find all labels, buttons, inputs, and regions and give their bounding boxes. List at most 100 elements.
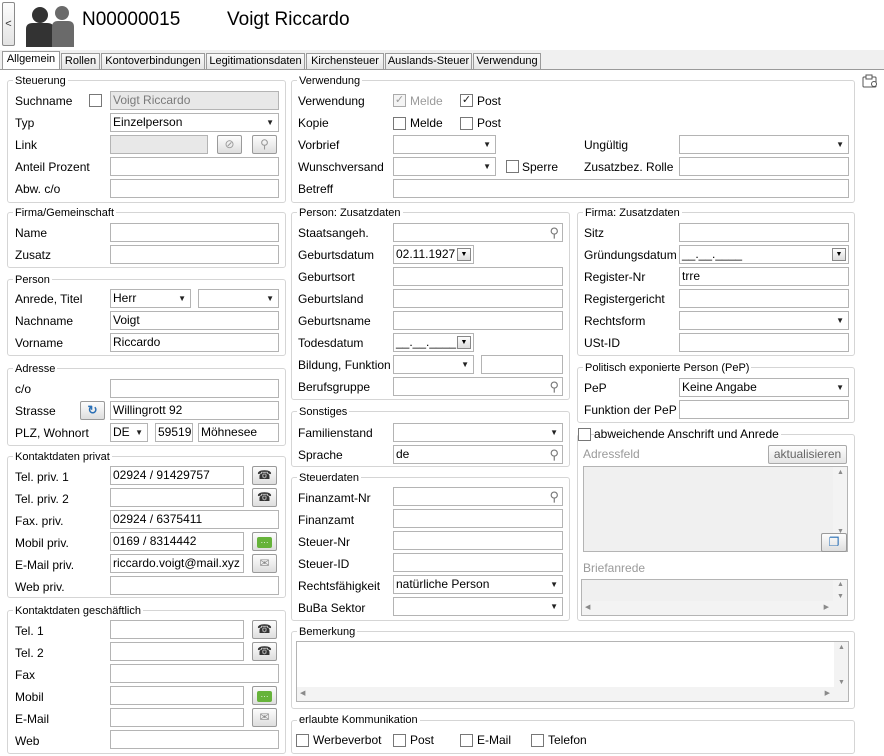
calendar-dropdown-icon[interactable]: ▼: [832, 248, 846, 261]
verwendung-post-checkbox[interactable]: ✓: [460, 94, 473, 107]
suchname-field[interactable]: Voigt Riccardo: [110, 91, 279, 110]
briefanrede-textarea[interactable]: ▲ ▼ ◀ ▶: [581, 579, 848, 616]
steuer-nr-field[interactable]: [393, 531, 563, 550]
tel1-field[interactable]: [110, 620, 244, 639]
fax-priv-field[interactable]: 02924 / 6375411: [110, 510, 279, 529]
calendar-dropdown-icon[interactable]: ▼: [457, 248, 471, 261]
firma-name-field[interactable]: [110, 223, 279, 242]
geburtsort-field[interactable]: [393, 267, 563, 286]
bemerkung-vscrollbar[interactable]: ▲ ▼: [834, 642, 848, 687]
nachname-field[interactable]: Voigt: [110, 311, 279, 330]
calendar-dropdown-icon[interactable]: ▼: [457, 336, 471, 349]
komm-telefon-checkbox[interactable]: [531, 734, 544, 747]
tel-priv2-field[interactable]: [110, 488, 244, 507]
steuer-id-field[interactable]: [393, 553, 563, 572]
typ-dropdown[interactable]: Einzelperson: [110, 113, 279, 132]
collapse-button[interactable]: <: [2, 2, 15, 46]
finanzamt-field[interactable]: [393, 509, 563, 528]
email-priv-field[interactable]: riccardo.voigt@mail.xyz: [110, 554, 244, 573]
tab-legitimationsdaten[interactable]: Legitimationsdaten: [206, 53, 305, 70]
copy-address-button[interactable]: ❐: [821, 533, 847, 552]
bildung-dropdown[interactable]: [393, 355, 474, 374]
vorbrief-dropdown[interactable]: [393, 135, 496, 154]
komm-email-checkbox[interactable]: [460, 734, 473, 747]
plz-field[interactable]: 59519: [155, 423, 193, 442]
scroll-up-icon[interactable]: ▲: [837, 581, 844, 588]
geburtsland-field[interactable]: [393, 289, 563, 308]
tel2-call-button[interactable]: ☎: [252, 642, 277, 661]
ust-id-field[interactable]: [679, 333, 849, 352]
scroll-left-icon[interactable]: ◀: [585, 603, 590, 611]
kopie-melde-checkbox[interactable]: [393, 117, 406, 130]
tel1-call-button[interactable]: ☎: [252, 620, 277, 639]
zusatzbez-field[interactable]: [679, 157, 849, 176]
email-field[interactable]: [110, 708, 244, 727]
scroll-down-icon[interactable]: ▼: [838, 679, 845, 686]
bemerkung-hscrollbar[interactable]: ◀ ▶: [297, 687, 848, 701]
tel2-field[interactable]: [110, 642, 244, 661]
tab-kirchensteuer[interactable]: Kirchensteuer: [306, 53, 384, 70]
aktualisieren-button[interactable]: aktualisieren: [768, 445, 847, 464]
web-priv-field[interactable]: [110, 576, 279, 595]
ungueltig-dropdown[interactable]: [679, 135, 849, 154]
tab-auslands-steuer[interactable]: Auslands-Steuer: [385, 53, 472, 70]
komm-post-checkbox[interactable]: [393, 734, 406, 747]
email-send-button[interactable]: ✉: [252, 708, 277, 727]
search-icon[interactable]: ⚲: [549, 379, 559, 394]
geburtsdatum-field[interactable]: 02.11.1927 ▼: [393, 245, 474, 264]
gruendungsdatum-field[interactable]: __.__.____ ▼: [679, 245, 849, 264]
link-search-button[interactable]: ⚲: [252, 135, 277, 154]
tab-rollen[interactable]: Rollen: [61, 53, 100, 70]
email-priv-send-button[interactable]: ✉: [252, 554, 277, 573]
kopie-post-checkbox[interactable]: [460, 117, 473, 130]
werbeverbot-checkbox[interactable]: [296, 734, 309, 747]
mobil-priv-field[interactable]: 0169 / 8314442: [110, 532, 244, 551]
search-icon[interactable]: ⚲: [549, 489, 559, 504]
briefanrede-hscrollbar[interactable]: ◀ ▶: [582, 601, 847, 615]
scroll-up-icon[interactable]: ▲: [838, 644, 845, 651]
tel-priv1-field[interactable]: 02924 / 91429757: [110, 466, 244, 485]
fax-field[interactable]: [110, 664, 279, 683]
sms-button[interactable]: ···: [252, 686, 277, 705]
bemerkung-textarea[interactable]: ▲ ▼ ◀ ▶: [296, 641, 849, 702]
sms-button[interactable]: ···: [252, 532, 277, 551]
geburtsname-field[interactable]: [393, 311, 563, 330]
firma-zusatz-field[interactable]: [110, 245, 279, 264]
tab-kontoverbindungen[interactable]: Kontoverbindungen: [101, 53, 205, 70]
ort-field[interactable]: Möhnesee: [198, 423, 279, 442]
betreff-field[interactable]: [393, 179, 849, 198]
sperre-checkbox[interactable]: [506, 160, 519, 173]
pin-icon[interactable]: [860, 72, 880, 90]
address-lookup-button[interactable]: ↻: [80, 401, 105, 420]
tab-verwendung[interactable]: Verwendung: [473, 53, 541, 70]
pep-funktion-field[interactable]: [679, 400, 849, 419]
verwendung-melde-checkbox[interactable]: ✓: [393, 94, 406, 107]
scroll-down-icon[interactable]: ▼: [837, 593, 844, 600]
buba-dropdown[interactable]: [393, 597, 563, 616]
scroll-right-icon[interactable]: ▶: [825, 689, 830, 697]
rechtsform-dropdown[interactable]: [679, 311, 849, 330]
todesdatum-field[interactable]: __.__.____ ▼: [393, 333, 474, 352]
web-field[interactable]: [110, 730, 279, 749]
sprache-field[interactable]: de ⚲: [393, 445, 563, 464]
abw-co-field[interactable]: [110, 179, 279, 198]
staatsangeh-field[interactable]: ⚲: [393, 223, 563, 242]
tel-priv2-call-button[interactable]: ☎: [252, 488, 277, 507]
rechtsfaehigkeit-dropdown[interactable]: natürliche Person: [393, 575, 563, 594]
link-field[interactable]: [110, 135, 208, 154]
sitz-field[interactable]: [679, 223, 849, 242]
registergericht-field[interactable]: [679, 289, 849, 308]
familienstand-dropdown[interactable]: [393, 423, 563, 442]
berufsgruppe-field[interactable]: ⚲: [393, 377, 563, 396]
land-dropdown[interactable]: DE: [110, 423, 148, 442]
search-icon[interactable]: ⚲: [549, 447, 559, 462]
adressfeld-textarea[interactable]: ▲ ▼: [583, 466, 848, 552]
link-clear-button[interactable]: ⊘: [217, 135, 242, 154]
scroll-up-icon[interactable]: ▲: [837, 469, 844, 476]
vorname-field[interactable]: Riccardo: [110, 333, 279, 352]
scroll-left-icon[interactable]: ◀: [300, 689, 305, 697]
search-icon[interactable]: ⚲: [549, 225, 559, 240]
wunschversand-dropdown[interactable]: [393, 157, 496, 176]
scroll-right-icon[interactable]: ▶: [824, 603, 829, 611]
mobil-field[interactable]: [110, 686, 244, 705]
